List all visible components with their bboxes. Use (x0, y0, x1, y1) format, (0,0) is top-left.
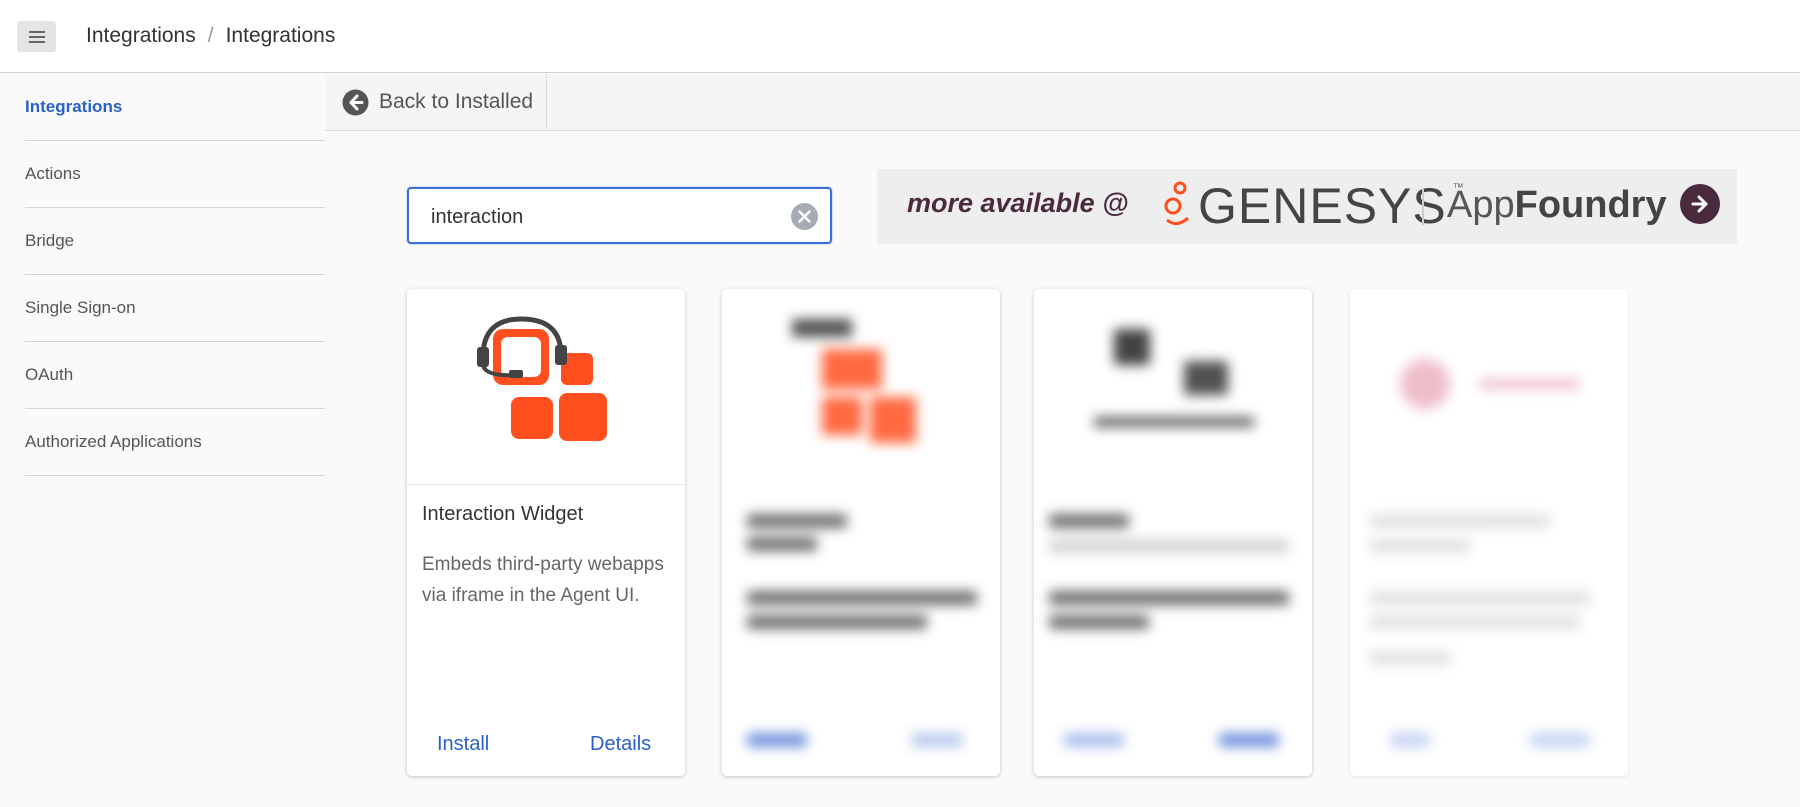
sidebar-item-label: Integrations (25, 97, 123, 116)
details-button[interactable]: Details (590, 733, 651, 756)
sidebar-item-bridge[interactable]: Bridge (25, 208, 325, 275)
back-label: Back to Installed (379, 90, 534, 113)
sidebar: Integrations Actions Bridge Single Sign-… (0, 74, 325, 807)
interaction-widget-logo-icon (477, 316, 607, 441)
appfoundry-banner[interactable]: more available @ GENESYS ™ AppFoundry (877, 169, 1737, 244)
logo-divider (1422, 189, 1424, 225)
sidebar-item-authorized-applications[interactable]: Authorized Applications (25, 409, 325, 476)
clear-search-icon[interactable] (791, 203, 818, 230)
toolbar: Back to Installed (325, 74, 1800, 131)
sidebar-item-integrations[interactable]: Integrations (25, 74, 325, 141)
more-available-text: more available @ (907, 188, 1129, 218)
sidebar-item-oauth[interactable]: OAuth (25, 342, 325, 409)
top-bar: Integrations / Integrations (0, 0, 1800, 73)
breadcrumb-item-integrations[interactable]: Integrations (86, 24, 196, 48)
breadcrumb: Integrations / Integrations (86, 24, 335, 48)
search-input[interactable] (429, 201, 773, 233)
search-field[interactable] (407, 187, 832, 244)
blurred-card-content (1034, 289, 1312, 776)
card-description: Embeds third-party webapps via iframe in… (422, 554, 664, 606)
sidebar-item-label: Single Sign-on (25, 298, 136, 317)
breadcrumb-separator: / (207, 24, 214, 47)
genesys-logo: GENESYS ™ (1162, 177, 1464, 235)
card-title: Interaction Widget (422, 503, 584, 525)
genesys-mark-icon (1164, 181, 1190, 225)
sidebar-item-label: Actions (25, 164, 81, 183)
appfoundry-wordmark: AppFoundry (1447, 184, 1667, 226)
sidebar-item-actions[interactable]: Actions (25, 141, 325, 208)
breadcrumb-item-current: Integrations (225, 24, 336, 47)
integration-card-blurred[interactable] (1034, 289, 1312, 776)
back-to-installed-button[interactable]: Back to Installed (325, 74, 547, 130)
genesys-wordmark: GENESYS (1198, 178, 1447, 234)
sidebar-item-label: Authorized Applications (25, 432, 202, 451)
sidebar-item-label: Bridge (25, 231, 75, 250)
integration-card-blurred[interactable] (1350, 289, 1628, 776)
blurred-card-content (722, 289, 1000, 776)
integration-card[interactable]: Interaction Widget Embeds third-party we… (407, 289, 685, 776)
arrow-left-circle-icon (342, 89, 369, 115)
blurred-card-content (1350, 289, 1628, 776)
install-button[interactable]: Install (437, 733, 489, 756)
arrow-right-circle-icon[interactable] (1680, 184, 1720, 224)
menu-button[interactable] (17, 21, 56, 52)
sidebar-item-label: OAuth (25, 365, 74, 384)
integration-card-blurred[interactable] (722, 289, 1000, 776)
sidebar-item-single-sign-on[interactable]: Single Sign-on (25, 275, 325, 342)
card-image-area (407, 289, 685, 485)
hamburger-icon (28, 30, 45, 43)
